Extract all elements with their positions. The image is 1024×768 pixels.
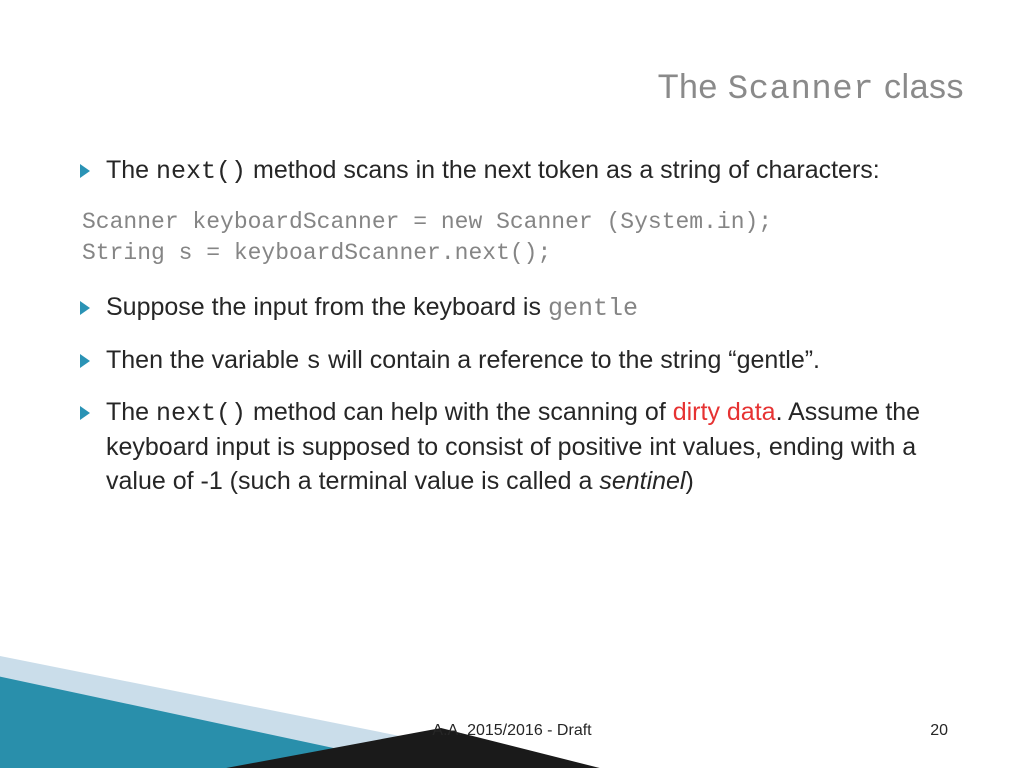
bullet-1-text: The next() method scans in the next toke… <box>106 154 880 189</box>
title-mono: Scanner <box>728 71 874 109</box>
code-line-2: String s = keyboardScanner.next(); <box>82 240 551 266</box>
title-pre: The <box>658 68 728 106</box>
slide-container: The Scanner class The next() method scan… <box>0 0 1024 768</box>
bullet-icon <box>80 354 90 368</box>
bullet-icon <box>80 301 90 315</box>
bullet-1: The next() method scans in the next toke… <box>80 154 960 189</box>
bullet-3: Then the variable s will contain a refer… <box>80 344 960 379</box>
code-block: Scanner keyboardScanner = new Scanner (S… <box>82 207 960 269</box>
footer-center: A.A. 2015/2016 - Draft <box>432 722 591 740</box>
bullet-2-text: Suppose the input from the keyboard is g… <box>106 291 638 326</box>
page-number: 20 <box>930 722 948 740</box>
bullet-3-text: Then the variable s will contain a refer… <box>106 344 820 379</box>
slide-title: The Scanner class <box>658 68 964 109</box>
slide-body: The next() method scans in the next toke… <box>80 154 960 517</box>
bullet-4: The next() method can help with the scan… <box>80 396 960 498</box>
code-line-1: Scanner keyboardScanner = new Scanner (S… <box>82 209 772 235</box>
bullet-icon <box>80 164 90 178</box>
bullet-4-text: The next() method can help with the scan… <box>106 396 960 498</box>
bullet-icon <box>80 406 90 420</box>
bullet-2: Suppose the input from the keyboard is g… <box>80 291 960 326</box>
title-post: class <box>874 68 964 106</box>
